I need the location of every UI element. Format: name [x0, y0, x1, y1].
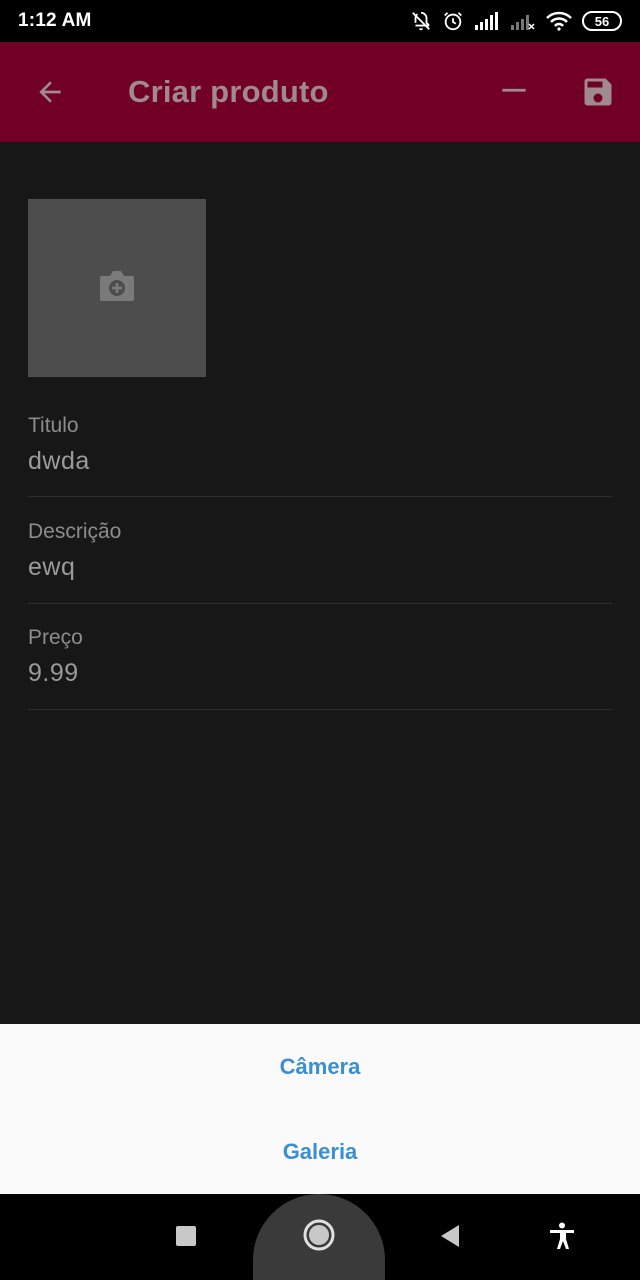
title-input[interactable]: dwda	[28, 445, 612, 477]
description-field[interactable]: Descrição ewq	[28, 519, 612, 604]
save-icon	[580, 74, 616, 115]
navigation-bar	[0, 1194, 640, 1280]
price-field[interactable]: Preço 9.99	[28, 625, 612, 710]
battery-icon: 56	[582, 11, 622, 31]
save-button[interactable]	[574, 70, 622, 118]
recents-button[interactable]	[160, 1212, 212, 1264]
title-label: Titulo	[28, 414, 79, 437]
description-label: Descrição	[28, 520, 122, 543]
signal-icon	[474, 11, 500, 31]
status-bar: 1:12 AM 56	[0, 0, 640, 42]
gallery-option[interactable]: Galeria	[0, 1117, 640, 1187]
price-label: Preço	[28, 626, 83, 649]
nav-back-button[interactable]	[424, 1212, 476, 1264]
price-input[interactable]: 9.99	[28, 657, 612, 689]
home-circle-icon	[302, 1218, 336, 1257]
minus-icon	[500, 76, 528, 109]
recents-square-icon	[175, 1225, 197, 1252]
accessibility-button[interactable]	[536, 1212, 588, 1264]
wifi-icon	[546, 11, 572, 31]
title-field[interactable]: Titulo dwda	[28, 413, 612, 497]
status-icons: 56	[410, 10, 622, 32]
back-arrow-icon	[34, 76, 66, 113]
alarm-off-icon	[410, 10, 432, 32]
description-input[interactable]: ewq	[28, 551, 612, 583]
accessibility-icon	[549, 1222, 575, 1255]
back-button[interactable]	[26, 70, 74, 118]
add-photo-camera-icon	[98, 269, 136, 308]
remove-button[interactable]	[492, 70, 536, 114]
home-button[interactable]	[253, 1194, 385, 1280]
camera-option[interactable]: Câmera	[0, 1032, 640, 1102]
signal-weak-icon	[510, 11, 536, 31]
image-source-sheet: Câmera Galeria	[0, 1024, 640, 1194]
page-title: Criar produto	[128, 74, 329, 109]
status-time: 1:12 AM	[18, 10, 92, 31]
image-picker[interactable]	[28, 199, 206, 377]
alarm-clock-icon	[442, 10, 464, 32]
screen: 1:12 AM 56 Criar produto Titulo dwda Des…	[0, 0, 640, 1280]
back-triangle-icon	[439, 1224, 461, 1253]
app-bar: Criar produto	[0, 42, 640, 142]
